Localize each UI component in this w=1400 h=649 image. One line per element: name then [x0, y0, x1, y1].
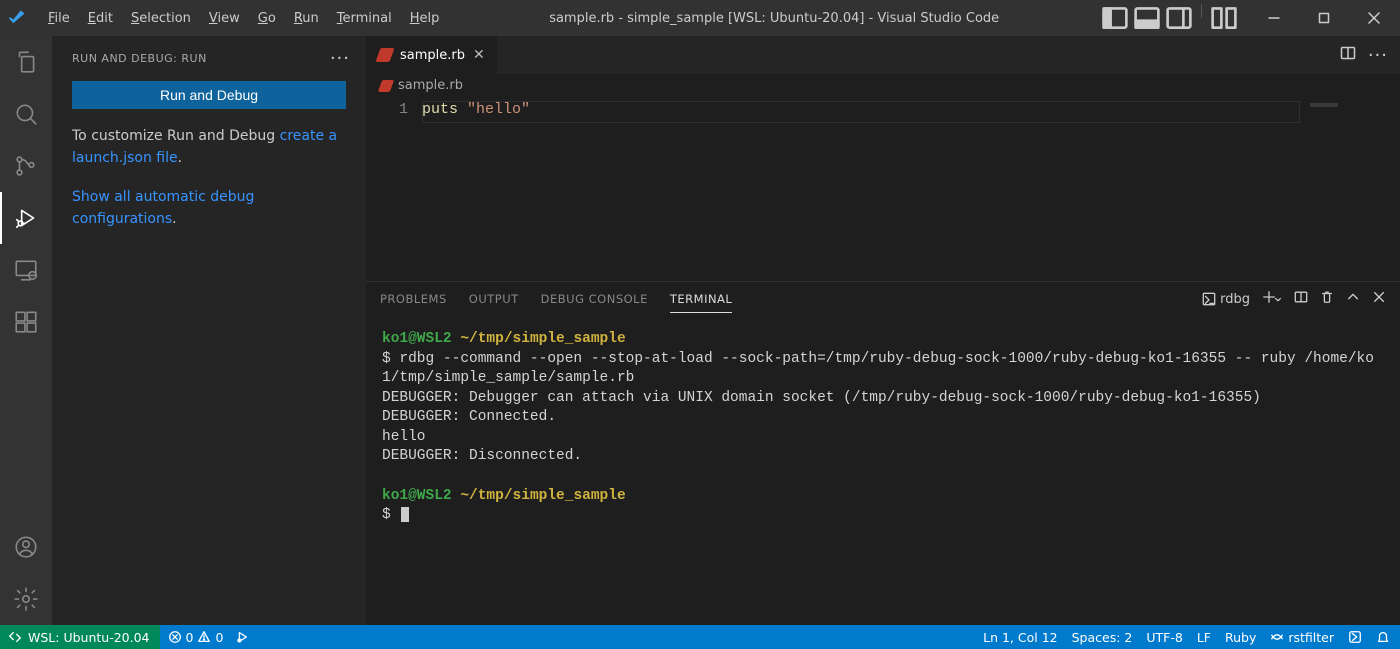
activity-extensions-icon[interactable] — [0, 296, 52, 348]
panel-tab-problems[interactable]: PROBLEMS — [380, 286, 447, 312]
status-debug-icon[interactable] — [235, 630, 249, 644]
activity-remote-explorer-icon[interactable] — [0, 244, 52, 296]
sidebar-header: RUN AND DEBUG: RUN ··· — [52, 36, 366, 77]
terminal-output[interactable]: ko1@WSL2 ~/tmp/simple_sample $ rdbg --co… — [366, 316, 1400, 530]
breadcrumb-item: sample.rb — [398, 78, 463, 93]
sidebar-customize-text: To customize Run and Debug create a laun… — [72, 125, 346, 170]
maximize-panel-icon[interactable] — [1346, 290, 1360, 308]
menu-selection[interactable]: Selection — [123, 5, 199, 32]
toggle-panel-icon[interactable] — [1133, 4, 1161, 32]
menu-file[interactable]: File — [40, 5, 78, 32]
title-bar: File Edit Selection View Go Run Terminal… — [0, 0, 1400, 36]
menu-view[interactable]: View — [201, 5, 248, 32]
status-eol[interactable]: LF — [1197, 630, 1211, 645]
new-terminal-icon[interactable] — [1262, 290, 1282, 308]
kill-terminal-icon[interactable] — [1320, 290, 1334, 308]
activity-source-control-icon[interactable] — [0, 140, 52, 192]
status-problems[interactable]: 0 0 — [168, 630, 224, 645]
code-editor[interactable]: 1 puts "hello" — [366, 97, 1400, 281]
maximize-button[interactable] — [1302, 0, 1346, 36]
status-encoding[interactable]: UTF-8 — [1146, 630, 1182, 645]
panel-tabs: PROBLEMS OUTPUT DEBUG CONSOLE TERMINAL r… — [366, 282, 1400, 316]
close-button[interactable] — [1352, 0, 1396, 36]
toggle-secondary-sidebar-icon[interactable] — [1165, 4, 1193, 32]
status-ext-rstfilter[interactable]: rstfilter — [1270, 630, 1334, 645]
customize-layout-icon[interactable] — [1210, 4, 1238, 32]
menu-go[interactable]: Go — [250, 5, 284, 32]
activity-settings-icon[interactable] — [0, 573, 52, 625]
sidebar-title: RUN AND DEBUG: RUN — [72, 52, 207, 65]
status-cursor-position[interactable]: Ln 1, Col 12 — [983, 630, 1058, 645]
main-menu: File Edit Selection View Go Run Terminal… — [40, 5, 447, 32]
split-editor-icon[interactable] — [1340, 45, 1356, 65]
status-bar: WSL: Ubuntu-20.04 0 0 Ln 1, Col 12 Space… — [0, 625, 1400, 649]
current-line-highlight — [422, 101, 1300, 123]
activity-accounts-icon[interactable] — [0, 521, 52, 573]
run-and-debug-button[interactable]: Run and Debug — [72, 81, 346, 109]
ruby-file-icon — [378, 80, 394, 92]
tab-sample-rb[interactable]: sample.rb ✕ — [366, 36, 498, 74]
panel-tab-terminal[interactable]: TERMINAL — [670, 286, 732, 313]
editor-tabs: sample.rb ✕ ··· — [366, 36, 1400, 74]
window-controls — [1252, 0, 1396, 36]
menu-terminal[interactable]: Terminal — [329, 5, 400, 32]
terminal-profile-selector[interactable]: rdbg — [1202, 292, 1250, 307]
remote-indicator[interactable]: WSL: Ubuntu-20.04 — [0, 625, 160, 649]
line-number: 1 — [366, 97, 422, 281]
status-notifications-icon[interactable] — [1376, 630, 1390, 644]
panel-tab-debug-console[interactable]: DEBUG CONSOLE — [541, 286, 648, 312]
editor-area: sample.rb ✕ ··· sample.rb 1 puts "hello"… — [366, 36, 1400, 625]
menu-help[interactable]: Help — [402, 5, 448, 32]
minimize-button[interactable] — [1252, 0, 1296, 36]
terminal-cursor — [401, 507, 409, 522]
menu-run[interactable]: Run — [286, 5, 327, 32]
activity-bar — [0, 36, 52, 625]
activity-run-debug-icon[interactable] — [0, 192, 52, 244]
layout-controls — [1101, 4, 1238, 32]
panel-tab-output[interactable]: OUTPUT — [469, 286, 519, 312]
status-feedback-icon[interactable] — [1348, 630, 1362, 644]
close-tab-icon[interactable]: ✕ — [473, 47, 485, 63]
run-sidebar: RUN AND DEBUG: RUN ··· Run and Debug To … — [52, 36, 366, 625]
status-language[interactable]: Ruby — [1225, 630, 1256, 645]
status-indentation[interactable]: Spaces: 2 — [1072, 630, 1133, 645]
vscode-logo-icon — [0, 9, 34, 27]
main-area: RUN AND DEBUG: RUN ··· Run and Debug To … — [0, 36, 1400, 625]
toggle-primary-sidebar-icon[interactable] — [1101, 4, 1129, 32]
tab-label: sample.rb — [400, 48, 465, 63]
window-title: sample.rb - simple_sample [WSL: Ubuntu-2… — [447, 11, 1101, 26]
code-line: puts "hello" — [422, 97, 530, 281]
minimap[interactable] — [1302, 97, 1400, 281]
split-terminal-icon[interactable] — [1294, 290, 1308, 308]
close-panel-icon[interactable] — [1372, 290, 1386, 308]
bottom-panel: PROBLEMS OUTPUT DEBUG CONSOLE TERMINAL r… — [366, 281, 1400, 625]
activity-search-icon[interactable] — [0, 88, 52, 140]
sidebar-showall-text: Show all automatic debug configurations. — [72, 186, 346, 231]
breadcrumb[interactable]: sample.rb — [366, 74, 1400, 97]
activity-explorer-icon[interactable] — [0, 36, 52, 88]
sidebar-more-icon[interactable]: ··· — [330, 48, 350, 69]
editor-more-icon[interactable]: ··· — [1368, 45, 1388, 66]
menu-edit[interactable]: Edit — [80, 5, 121, 32]
ruby-file-icon — [375, 48, 394, 62]
show-all-configs-link[interactable]: Show all automatic debug configurations — [72, 189, 254, 227]
